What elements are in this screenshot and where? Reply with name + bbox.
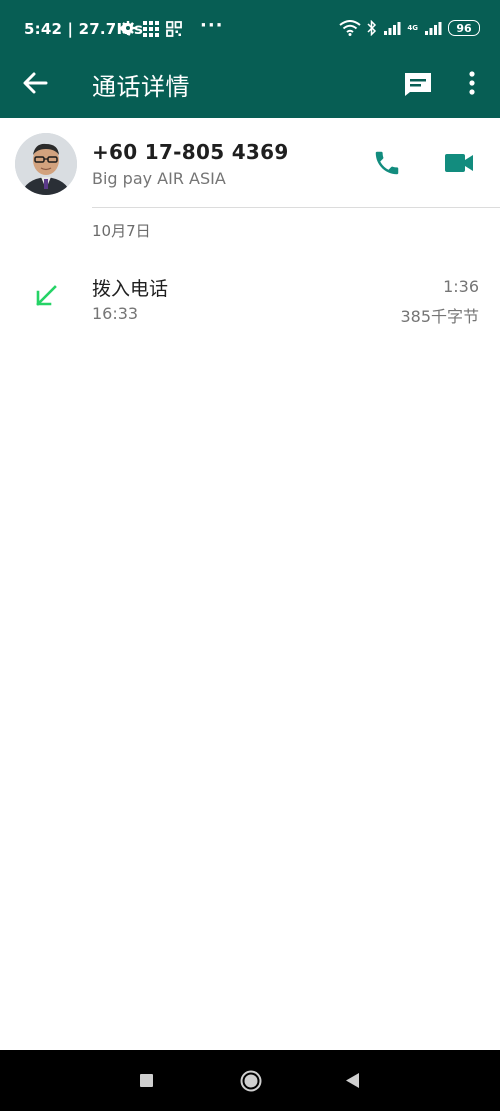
signal-icon-2	[425, 22, 442, 35]
app-bar: 通话详情	[0, 48, 500, 118]
voice-call-icon[interactable]	[372, 148, 402, 178]
home-button[interactable]	[240, 1070, 262, 1092]
avatar-image	[15, 133, 77, 195]
call-data-size: 385千字节	[400, 307, 479, 326]
call-time: 16:33	[92, 304, 139, 323]
status-bar: 5:42 | 27.7K/s ··· 4G 96	[0, 0, 500, 48]
system-nav-bar	[0, 1050, 500, 1111]
wifi-icon	[339, 20, 361, 36]
page-title: 通话详情	[92, 73, 190, 101]
grid-icon	[143, 21, 159, 37]
status-more-dots: ···	[200, 15, 224, 36]
call-date: 10月7日	[92, 222, 151, 240]
call-duration: 1:36	[443, 277, 479, 296]
call-type: 拨入电话	[92, 278, 169, 300]
avatar[interactable]	[15, 133, 77, 195]
nav-back-button[interactable]	[344, 1072, 360, 1089]
new-message-icon[interactable]	[402, 68, 434, 98]
incoming-arrow-icon	[36, 285, 57, 306]
video-call-icon[interactable]	[443, 150, 475, 176]
qr-icon	[166, 21, 182, 37]
back-arrow-icon[interactable]	[20, 68, 50, 98]
gear-icon	[121, 21, 135, 35]
recents-button[interactable]	[140, 1074, 153, 1087]
bluetooth-icon	[367, 20, 377, 36]
battery-indicator: 96	[448, 20, 480, 36]
signal-icon	[384, 22, 401, 35]
contact-number: +60 17-805 4369	[92, 140, 289, 164]
contact-name: Big pay AIR ASIA	[92, 169, 226, 188]
network-type: 4G	[407, 23, 418, 32]
more-vert-icon[interactable]	[460, 68, 484, 98]
contact-row[interactable]: +60 17-805 4369 Big pay AIR ASIA	[0, 118, 500, 210]
call-log-item: 拨入电话 16:33 1:36 385千字节	[0, 262, 500, 332]
status-right-icons: 4G 96	[339, 19, 480, 37]
divider	[92, 207, 500, 208]
